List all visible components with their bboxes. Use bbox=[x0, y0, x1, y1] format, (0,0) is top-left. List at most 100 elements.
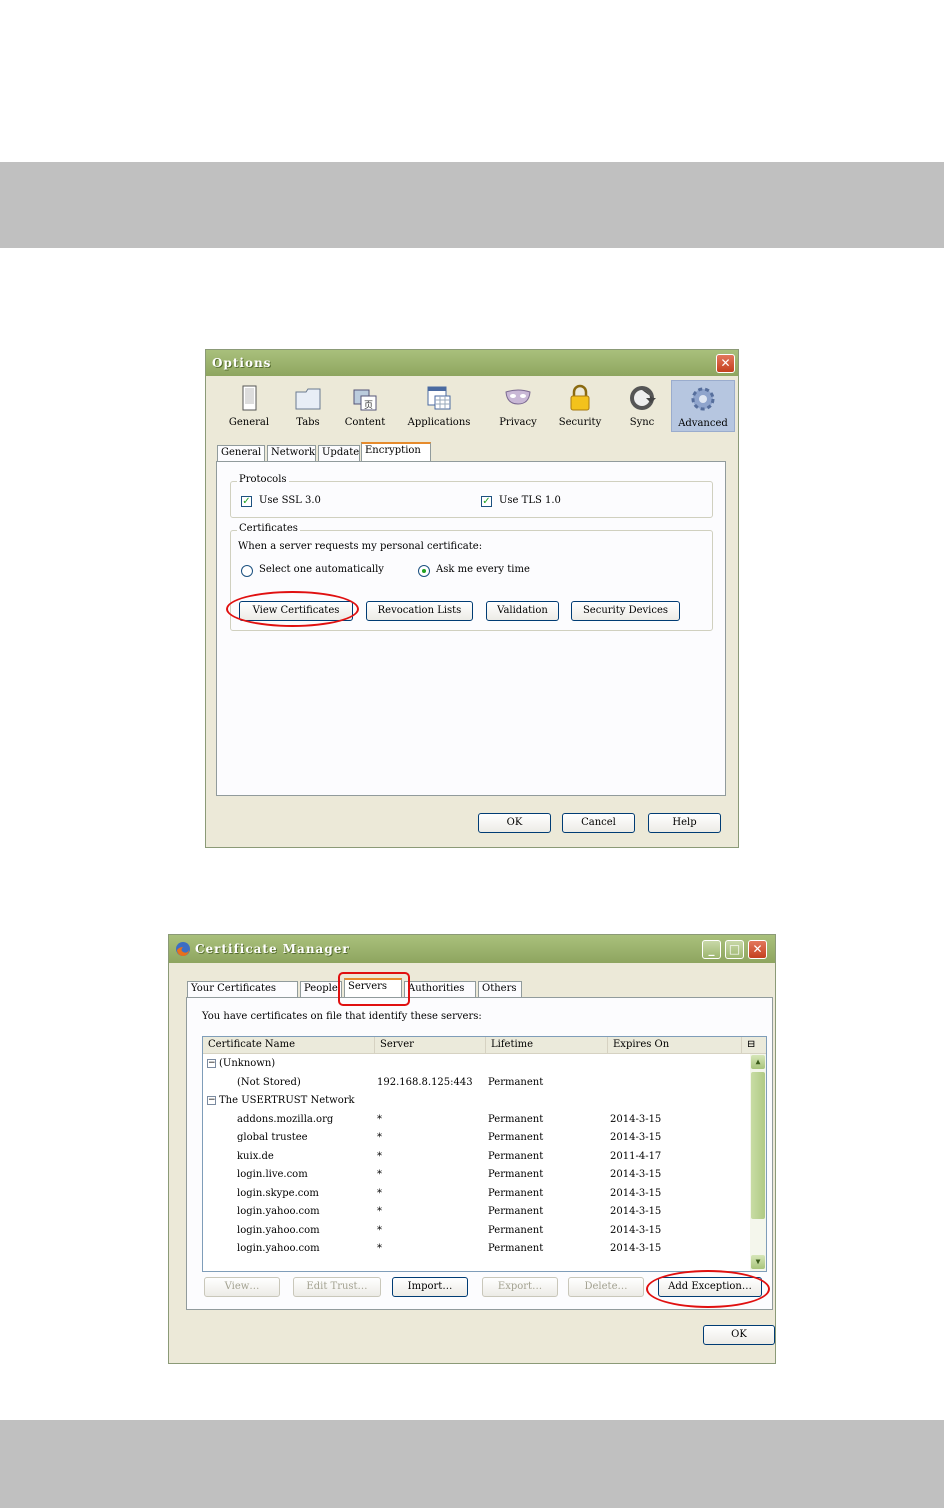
toolbar-applications[interactable]: Applications bbox=[398, 380, 480, 432]
table-row[interactable]: kuix.de * Permanent 2011-4-17 bbox=[203, 1148, 750, 1166]
cm-ok-button[interactable]: OK bbox=[703, 1325, 775, 1345]
radio-ask-every-time[interactable] bbox=[418, 565, 430, 577]
tls-checkbox[interactable]: ✓ bbox=[481, 496, 492, 507]
toolbar-tabs[interactable]: Tabs bbox=[282, 380, 334, 432]
maximize-button[interactable]: □ bbox=[725, 940, 744, 959]
tab-general[interactable]: General bbox=[217, 445, 265, 461]
cell-name: login.yahoo.com bbox=[237, 1243, 320, 1254]
table-row[interactable]: addons.mozilla.org * Permanent 2014-3-15 bbox=[203, 1111, 750, 1129]
sync-icon bbox=[630, 386, 656, 410]
tabs-icon bbox=[295, 388, 321, 410]
edit-trust-button[interactable]: Edit Trust… bbox=[293, 1277, 381, 1297]
toolbar-privacy[interactable]: Privacy bbox=[490, 380, 546, 432]
cell-expires: 2014-3-15 bbox=[610, 1243, 662, 1254]
cm-titlebar: Certificate Manager _ □ ✕ bbox=[169, 935, 775, 963]
cell-server: * bbox=[377, 1150, 382, 1162]
table-row[interactable]: (Not Stored) 192.168.8.125:443 Permanent bbox=[203, 1074, 750, 1092]
table-row[interactable]: global trustee * Permanent 2014-3-15 bbox=[203, 1129, 750, 1147]
tab-network[interactable]: Network bbox=[267, 445, 316, 461]
cell-name: kuix.de bbox=[237, 1150, 274, 1162]
column-lifetime[interactable]: Lifetime bbox=[486, 1037, 608, 1053]
cell-expires: 2014-3-15 bbox=[610, 1132, 662, 1143]
close-button[interactable]: ✕ bbox=[716, 354, 735, 373]
ssl-checkbox[interactable]: ✓ bbox=[241, 496, 252, 507]
cell-lifetime: Permanent bbox=[488, 1187, 544, 1199]
cancel-button[interactable]: Cancel bbox=[562, 813, 635, 833]
cell-server: 192.168.8.125:443 bbox=[377, 1076, 473, 1088]
table-row[interactable]: login.live.com * Permanent 2014-3-15 bbox=[203, 1166, 750, 1184]
toolbar-sync[interactable]: Sync bbox=[614, 380, 670, 432]
cell-server: * bbox=[377, 1224, 382, 1236]
tab-encryption[interactable]: Encryption bbox=[361, 442, 431, 461]
view-button[interactable]: View… bbox=[204, 1277, 280, 1297]
toolbar-content[interactable]: 页 Content bbox=[336, 380, 394, 432]
revocation-lists-button[interactable]: Revocation Lists bbox=[366, 601, 473, 621]
cell-server: * bbox=[377, 1206, 382, 1217]
group-name: The USERTRUST Network bbox=[219, 1095, 355, 1106]
column-server[interactable]: Server bbox=[375, 1037, 486, 1053]
cell-server: * bbox=[377, 1113, 382, 1125]
column-certificate-name[interactable]: Certificate Name bbox=[203, 1037, 375, 1053]
cell-server: * bbox=[377, 1243, 382, 1254]
group-name: (Unknown) bbox=[219, 1058, 276, 1069]
options-titlebar: Options ✕ bbox=[206, 350, 738, 376]
cm-title: Certificate Manager bbox=[195, 942, 350, 956]
cell-lifetime: Permanent bbox=[488, 1076, 544, 1088]
column-picker-icon[interactable]: ⊟ bbox=[742, 1037, 766, 1053]
cell-name: login.yahoo.com bbox=[237, 1206, 320, 1217]
column-expires-on[interactable]: Expires On bbox=[608, 1037, 742, 1053]
tree-scrollbar[interactable]: ▲ ▼ bbox=[750, 1054, 766, 1271]
cell-lifetime: Permanent bbox=[488, 1206, 544, 1217]
scroll-down-arrow[interactable]: ▼ bbox=[751, 1255, 765, 1269]
cell-lifetime: Permanent bbox=[488, 1169, 544, 1180]
ok-button[interactable]: OK bbox=[478, 813, 551, 833]
collapse-icon[interactable]: − bbox=[207, 1059, 216, 1068]
privacy-mask-icon bbox=[505, 389, 531, 405]
collapse-icon[interactable]: − bbox=[207, 1096, 216, 1105]
toolbar-general[interactable]: General bbox=[216, 380, 282, 432]
table-row[interactable]: login.yahoo.com * Permanent 2014-3-15 bbox=[203, 1240, 750, 1258]
import-button[interactable]: Import… bbox=[392, 1277, 468, 1297]
cell-lifetime: Permanent bbox=[488, 1150, 544, 1162]
cell-expires: 2014-3-15 bbox=[610, 1187, 662, 1199]
protocols-title: Protocols bbox=[237, 474, 289, 485]
cell-name: login.live.com bbox=[237, 1169, 308, 1180]
table-row[interactable]: login.skype.com * Permanent 2014-3-15 bbox=[203, 1185, 750, 1203]
cell-lifetime: Permanent bbox=[488, 1113, 544, 1125]
validation-button[interactable]: Validation bbox=[486, 601, 559, 621]
cell-name: addons.mozilla.org bbox=[237, 1113, 334, 1125]
gear-icon bbox=[691, 387, 715, 411]
table-row[interactable]: login.yahoo.com * Permanent 2014-3-15 bbox=[203, 1222, 750, 1240]
toolbar-security[interactable]: Security bbox=[552, 380, 608, 432]
cell-expires: 2014-3-15 bbox=[610, 1169, 662, 1180]
encryption-panel: Protocols ✓ Use SSL 3.0 ✓ Use TLS 1.0 Ce… bbox=[216, 461, 726, 796]
toolbar-advanced[interactable]: Advanced bbox=[671, 380, 735, 432]
table-row[interactable]: login.yahoo.com * Permanent 2014-3-15 bbox=[203, 1203, 750, 1221]
cell-name: (Not Stored) bbox=[237, 1076, 301, 1088]
tab-authorities[interactable]: Authorities bbox=[404, 981, 476, 997]
export-button[interactable]: Export… bbox=[482, 1277, 558, 1297]
close-button[interactable]: ✕ bbox=[748, 940, 767, 959]
minimize-button[interactable]: _ bbox=[702, 940, 721, 959]
scroll-up-arrow[interactable]: ▲ bbox=[751, 1055, 765, 1069]
tab-your-certificates[interactable]: Your Certificates bbox=[187, 981, 298, 997]
tab-people[interactable]: People bbox=[300, 981, 342, 997]
options-title: Options bbox=[212, 356, 272, 370]
help-button[interactable]: Help bbox=[648, 813, 721, 833]
cell-name: login.yahoo.com bbox=[237, 1224, 320, 1236]
general-icon bbox=[242, 385, 257, 411]
cell-name: login.skype.com bbox=[237, 1187, 319, 1199]
radio-select-automatically[interactable] bbox=[241, 565, 253, 577]
bottom-gray-band bbox=[0, 1420, 944, 1508]
tree-group-row[interactable]: − The USERTRUST Network bbox=[203, 1092, 750, 1110]
tab-update[interactable]: Update bbox=[318, 445, 360, 461]
cell-lifetime: Permanent bbox=[488, 1224, 544, 1236]
tree-group-row[interactable]: − (Unknown) bbox=[203, 1055, 750, 1073]
tab-others[interactable]: Others bbox=[478, 981, 522, 997]
certificates-title: Certificates bbox=[237, 523, 300, 534]
security-devices-button[interactable]: Security Devices bbox=[571, 601, 680, 621]
cert-prompt: When a server requests my personal certi… bbox=[238, 541, 483, 552]
delete-button[interactable]: Delete… bbox=[568, 1277, 644, 1297]
cell-name: global trustee bbox=[237, 1132, 308, 1143]
scroll-thumb[interactable] bbox=[751, 1072, 765, 1219]
